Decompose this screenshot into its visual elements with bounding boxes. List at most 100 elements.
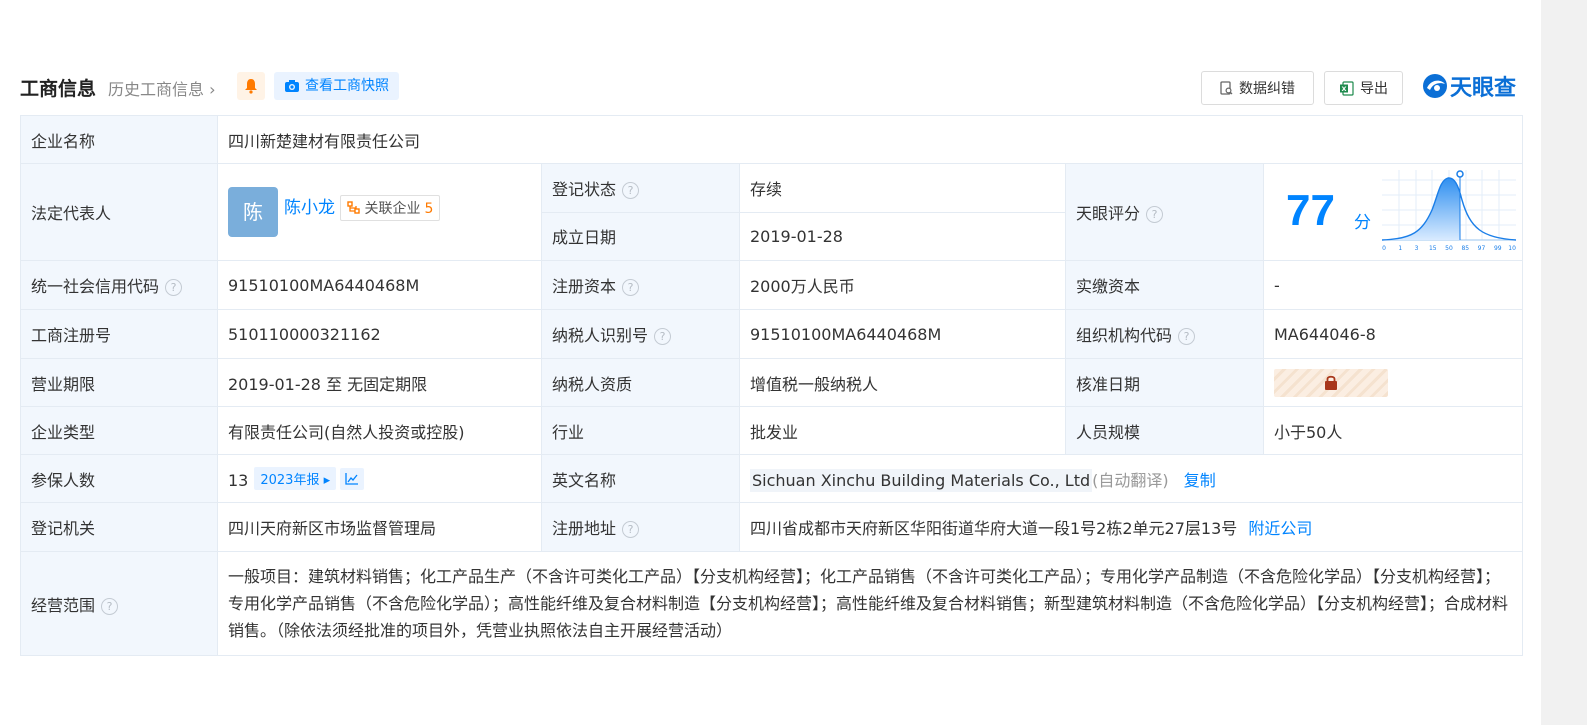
trend-button[interactable] xyxy=(340,468,365,490)
legal-rep-label: 法定代表人 xyxy=(20,163,218,261)
biz-term: 2019-01-28 至 无固定期限 xyxy=(217,358,542,407)
paid-capital: - xyxy=(1262,260,1524,310)
legal-rep-name-link[interactable]: 陈小龙 xyxy=(284,198,335,218)
table-row: 法定代表人 陈陈小龙 关联企业 5 登记状态? 存续 天眼评分? 77 分 0 … xyxy=(20,163,1524,261)
paid-capital-label: 实缴资本 xyxy=(1065,260,1264,310)
reg-address: 四川省成都市天府新区华阳街道华府大道一段1号2栋2单元27层13号 xyxy=(750,519,1238,538)
table-row: 企业名称 四川新楚建材有限责任公司 xyxy=(20,115,1524,164)
export-button[interactable]: X 导出 xyxy=(1324,71,1403,105)
help-icon[interactable]: ? xyxy=(622,521,640,538)
tianyancha-logo: 天眼查 xyxy=(1422,70,1516,102)
english-name: Sichuan Xinchu Building Materials Co., L… xyxy=(750,468,1093,492)
company-name: 四川新楚建材有限责任公司 xyxy=(216,115,1524,164)
help-icon[interactable]: ? xyxy=(101,597,119,615)
related-companies-tag[interactable]: 关联企业 5 xyxy=(340,194,441,221)
score-axis-tick: 50 xyxy=(1445,245,1453,252)
feedback-icon xyxy=(1220,81,1233,95)
table-row: 统一社会信用代码? 91510100MA6440468M 注册资本? 2000万… xyxy=(20,260,1524,310)
tianyan-score-label: 天眼评分 xyxy=(1076,204,1141,223)
eye-logo-icon xyxy=(1423,74,1447,98)
score-axis-tick: 99 xyxy=(1494,245,1502,252)
avatar[interactable]: 陈 xyxy=(228,187,278,237)
score-axis-tick: 1 xyxy=(1398,245,1402,252)
tianyan-score-cell[interactable]: 77 分 0 1 3 15 50 85 97 99 100 xyxy=(1262,163,1524,261)
help-icon[interactable]: ? xyxy=(622,279,640,296)
logo-text: 天眼查 xyxy=(1450,76,1517,101)
help-icon[interactable]: ? xyxy=(1178,328,1196,345)
found-date: 2019-01-28 xyxy=(739,211,1066,261)
company-type: 有限责任公司(自然人投资或控股) xyxy=(217,406,542,455)
annual-report-tag[interactable]: 2023年报 ▸ xyxy=(254,467,337,490)
snapshot-button[interactable]: 查看工商快照 xyxy=(274,72,399,100)
camera-icon xyxy=(285,80,299,92)
reg-status-label-cell: 登记状态? xyxy=(541,163,740,213)
legal-rep-cell: 陈陈小龙 关联企业 5 xyxy=(217,163,542,261)
company-type-label: 企业类型 xyxy=(20,406,218,455)
page-scrollbar[interactable] xyxy=(1541,0,1587,725)
scope-label-cell: 经营范围? xyxy=(20,551,218,656)
score-distribution-chart: 0 1 3 15 50 85 97 99 100 xyxy=(1382,170,1516,252)
trend-chart-icon xyxy=(345,473,359,485)
en-name-cell: Sichuan Xinchu Building Materials Co., L… xyxy=(738,454,1524,503)
reg-address-label-cell: 注册地址? xyxy=(541,502,740,552)
help-icon[interactable]: ? xyxy=(654,328,672,345)
help-icon[interactable]: ? xyxy=(622,181,640,199)
reg-capital-label-cell: 注册资本? xyxy=(541,260,740,310)
org-code-label-cell: 组织机构代码? xyxy=(1065,309,1264,359)
table-row: 企业类型 有限责任公司(自然人投资或控股) 行业 批发业 人员规模 小于50人 xyxy=(20,406,1524,455)
biz-reg-no-label: 工商注册号 xyxy=(20,309,218,359)
export-label: 导出 xyxy=(1360,81,1388,97)
score-axis-tick: 0 xyxy=(1382,245,1386,252)
company-name-label: 企业名称 xyxy=(20,115,218,164)
found-date-label: 成立日期 xyxy=(541,211,740,261)
reg-status: 存续 xyxy=(739,163,1066,213)
table-row: 登记机关 四川天府新区市场监督管理局 注册地址? 四川省成都市天府新区华阳街道华… xyxy=(20,502,1524,552)
help-icon[interactable]: ? xyxy=(1146,206,1164,223)
staff-size-label: 人员规模 xyxy=(1065,406,1264,455)
scope-label: 经营范围 xyxy=(31,595,96,615)
table-row: 经营范围? 一般项目：建筑材料销售；化工产品生产（不含许可类化工产品）【分支机构… xyxy=(20,551,1524,656)
section-header: 工商信息 历史工商信息 › 查看工商快照 数据纠错 X 导出 天眼查 xyxy=(20,68,1522,105)
score-axis-tick: 97 xyxy=(1478,245,1486,252)
chevron-right-icon: › xyxy=(204,80,216,99)
copy-link[interactable]: 复制 xyxy=(1184,471,1216,490)
snapshot-label: 查看工商快照 xyxy=(305,78,389,94)
biz-term-label: 营业期限 xyxy=(20,358,218,407)
reg-address-label: 注册地址 xyxy=(552,519,617,538)
nearby-companies-link[interactable]: 附近公司 xyxy=(1248,519,1312,538)
score-value: 77 xyxy=(1286,186,1335,235)
credit-code-label: 统一社会信用代码 xyxy=(31,277,160,296)
en-name-label: 英文名称 xyxy=(541,454,740,503)
bell-button[interactable] xyxy=(237,72,265,100)
score-axis-tick: 15 xyxy=(1429,245,1437,252)
reg-capital: 2000万人民币 xyxy=(739,260,1066,310)
related-count: 5 xyxy=(424,200,434,217)
reg-authority-label: 登记机关 xyxy=(20,502,218,552)
insured-cell: 13 2023年报 ▸ xyxy=(217,454,542,503)
taxpayer-id: 91510100MA6440468M xyxy=(739,309,1066,359)
business-scope: 一般项目：建筑材料销售；化工产品生产（不含许可类化工产品）【分支机构经营】；化工… xyxy=(216,551,1524,656)
taxpayer-qual-label: 纳税人资质 xyxy=(541,358,740,407)
reg-status-label: 登记状态 xyxy=(552,179,617,199)
insured-label: 参保人数 xyxy=(20,454,218,503)
taxpayer-qual: 增值税一般纳税人 xyxy=(739,358,1066,407)
locked-value[interactable] xyxy=(1274,368,1388,397)
section-title: 工商信息 xyxy=(20,78,97,100)
reg-address-cell: 四川省成都市天府新区华阳街道华府大道一段1号2栋2单元27层13号 附近公司 xyxy=(738,502,1524,552)
credit-code-label-cell: 统一社会信用代码? xyxy=(20,260,218,310)
credit-code: 91510100MA6440468M xyxy=(217,260,542,310)
biz-reg-no: 510110000321162 xyxy=(217,309,542,359)
score-axis-tick: 3 xyxy=(1415,245,1419,252)
branch-icon xyxy=(347,200,360,214)
reg-authority: 四川天府新区市场监督管理局 xyxy=(217,502,542,552)
data-correction-button[interactable]: 数据纠错 xyxy=(1201,71,1314,105)
data-correction-label: 数据纠错 xyxy=(1239,81,1295,97)
help-icon[interactable]: ? xyxy=(165,279,183,296)
approval-date-cell xyxy=(1262,358,1524,407)
history-link[interactable]: 历史工商信息 › xyxy=(108,76,216,100)
score-axis-tick: 100 xyxy=(1508,245,1516,252)
industry-label: 行业 xyxy=(541,406,740,455)
tianyan-score-label-cell: 天眼评分? xyxy=(1065,163,1264,261)
business-info-table: 企业名称 四川新楚建材有限责任公司 法定代表人 陈陈小龙 关联企业 5 登记状态?… xyxy=(20,115,1524,656)
score-axis-tick: 85 xyxy=(1461,245,1469,252)
